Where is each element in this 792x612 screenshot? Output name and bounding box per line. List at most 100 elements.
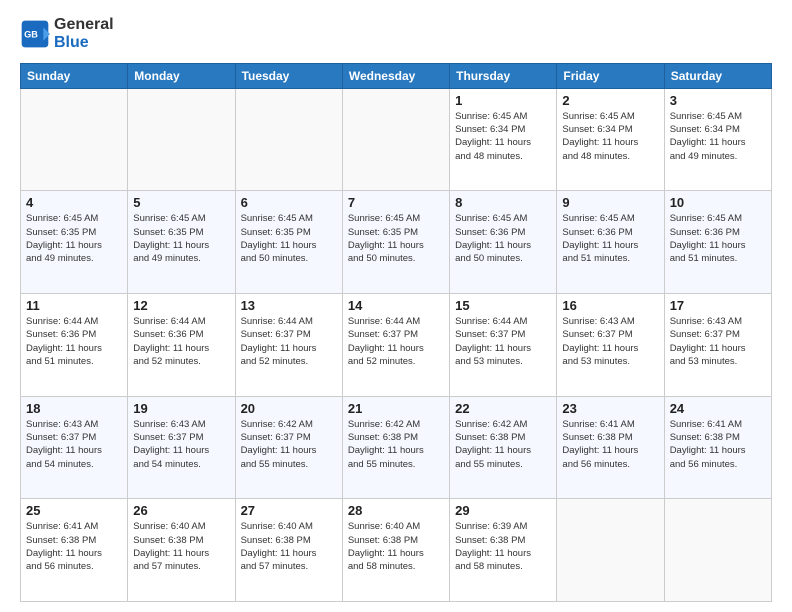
logo-icon: GB bbox=[20, 19, 50, 49]
calendar-cell: 19 Sunrise: 6:43 AMSunset: 6:37 PMDayligh… bbox=[128, 396, 235, 499]
day-number: 6 bbox=[241, 195, 337, 210]
day-info: Sunrise: 6:40 AMSunset: 6:38 PMDaylight:… bbox=[241, 520, 337, 573]
day-number: 22 bbox=[455, 401, 551, 416]
day-number: 3 bbox=[670, 93, 766, 108]
day-number: 15 bbox=[455, 298, 551, 313]
day-info: Sunrise: 6:45 AMSunset: 6:35 PMDaylight:… bbox=[133, 212, 229, 265]
calendar-row-3: 18 Sunrise: 6:43 AMSunset: 6:37 PMDayligh… bbox=[21, 396, 772, 499]
day-info: Sunrise: 6:43 AMSunset: 6:37 PMDaylight:… bbox=[133, 418, 229, 471]
calendar-cell: 26 Sunrise: 6:40 AMSunset: 6:38 PMDayligh… bbox=[128, 499, 235, 602]
calendar-cell: 2 Sunrise: 6:45 AMSunset: 6:34 PMDaylight… bbox=[557, 88, 664, 191]
day-info: Sunrise: 6:45 AMSunset: 6:36 PMDaylight:… bbox=[670, 212, 766, 265]
day-number: 17 bbox=[670, 298, 766, 313]
calendar-cell: 27 Sunrise: 6:40 AMSunset: 6:38 PMDayligh… bbox=[235, 499, 342, 602]
day-info: Sunrise: 6:44 AMSunset: 6:36 PMDaylight:… bbox=[26, 315, 122, 368]
day-number: 19 bbox=[133, 401, 229, 416]
day-number: 11 bbox=[26, 298, 122, 313]
calendar-row-0: 1 Sunrise: 6:45 AMSunset: 6:34 PMDaylight… bbox=[21, 88, 772, 191]
day-info: Sunrise: 6:45 AMSunset: 6:36 PMDaylight:… bbox=[562, 212, 658, 265]
day-number: 7 bbox=[348, 195, 444, 210]
day-number: 10 bbox=[670, 195, 766, 210]
calendar-cell: 1Sunrise: 6:45 AMSunset: 6:34 PMDaylight… bbox=[450, 88, 557, 191]
day-info: Sunrise: 6:42 AMSunset: 6:37 PMDaylight:… bbox=[241, 418, 337, 471]
calendar-cell: 22 Sunrise: 6:42 AMSunset: 6:38 PMDayligh… bbox=[450, 396, 557, 499]
calendar-header-monday: Monday bbox=[128, 63, 235, 88]
logo-blue: Blue bbox=[54, 34, 89, 51]
calendar-row-2: 11 Sunrise: 6:44 AMSunset: 6:36 PMDayligh… bbox=[21, 294, 772, 397]
day-info: Sunrise: 6:43 AMSunset: 6:37 PMDaylight:… bbox=[562, 315, 658, 368]
header: GB GeneralBlue bbox=[20, 16, 772, 53]
calendar-cell: 6 Sunrise: 6:45 AMSunset: 6:35 PMDaylight… bbox=[235, 191, 342, 294]
calendar-cell bbox=[128, 88, 235, 191]
day-info: Sunrise: 6:40 AMSunset: 6:38 PMDaylight:… bbox=[348, 520, 444, 573]
day-info: Sunrise: 6:42 AMSunset: 6:38 PMDaylight:… bbox=[455, 418, 551, 471]
day-number: 13 bbox=[241, 298, 337, 313]
calendar-cell: 8 Sunrise: 6:45 AMSunset: 6:36 PMDaylight… bbox=[450, 191, 557, 294]
calendar-header-friday: Friday bbox=[557, 63, 664, 88]
calendar-cell: 10 Sunrise: 6:45 AMSunset: 6:36 PMDayligh… bbox=[664, 191, 771, 294]
day-number: 26 bbox=[133, 503, 229, 518]
calendar-cell bbox=[342, 88, 449, 191]
day-number: 9 bbox=[562, 195, 658, 210]
calendar-cell: 3 Sunrise: 6:45 AMSunset: 6:34 PMDaylight… bbox=[664, 88, 771, 191]
calendar-cell: 18 Sunrise: 6:43 AMSunset: 6:37 PMDayligh… bbox=[21, 396, 128, 499]
day-info: Sunrise: 6:45 AMSunset: 6:36 PMDaylight:… bbox=[455, 212, 551, 265]
day-info: Sunrise: 6:40 AMSunset: 6:38 PMDaylight:… bbox=[133, 520, 229, 573]
day-info: Sunrise: 6:43 AMSunset: 6:37 PMDaylight:… bbox=[26, 418, 122, 471]
day-number: 20 bbox=[241, 401, 337, 416]
calendar-header-wednesday: Wednesday bbox=[342, 63, 449, 88]
calendar-header-tuesday: Tuesday bbox=[235, 63, 342, 88]
day-number: 4 bbox=[26, 195, 122, 210]
day-number: 14 bbox=[348, 298, 444, 313]
day-number: 27 bbox=[241, 503, 337, 518]
day-number: 23 bbox=[562, 401, 658, 416]
calendar-cell: 14 Sunrise: 6:44 AMSunset: 6:37 PMDayligh… bbox=[342, 294, 449, 397]
calendar-cell: 28 Sunrise: 6:40 AMSunset: 6:38 PMDayligh… bbox=[342, 499, 449, 602]
calendar-cell: 13 Sunrise: 6:44 AMSunset: 6:37 PMDayligh… bbox=[235, 294, 342, 397]
calendar-cell: 24Sunrise: 6:41 AMSunset: 6:38 PMDayligh… bbox=[664, 396, 771, 499]
calendar-cell: 23 Sunrise: 6:41 AMSunset: 6:38 PMDayligh… bbox=[557, 396, 664, 499]
day-number: 5 bbox=[133, 195, 229, 210]
calendar-cell: 9 Sunrise: 6:45 AMSunset: 6:36 PMDaylight… bbox=[557, 191, 664, 294]
day-number: 29 bbox=[455, 503, 551, 518]
day-number: 12 bbox=[133, 298, 229, 313]
calendar-cell bbox=[235, 88, 342, 191]
day-info: Sunrise: 6:41 AMSunset: 6:38 PMDaylight:… bbox=[562, 418, 658, 471]
calendar-cell: 16 Sunrise: 6:43 AMSunset: 6:37 PMDayligh… bbox=[557, 294, 664, 397]
logo-general: General bbox=[54, 16, 114, 33]
calendar-cell: 5 Sunrise: 6:45 AMSunset: 6:35 PMDaylight… bbox=[128, 191, 235, 294]
calendar-cell: 15 Sunrise: 6:44 AMSunset: 6:37 PMDayligh… bbox=[450, 294, 557, 397]
day-info: Sunrise: 6:44 AMSunset: 6:37 PMDaylight:… bbox=[348, 315, 444, 368]
calendar-header-sunday: Sunday bbox=[21, 63, 128, 88]
day-info: Sunrise: 6:45 AMSunset: 6:35 PMDaylight:… bbox=[348, 212, 444, 265]
calendar-cell: 7 Sunrise: 6:45 AMSunset: 6:35 PMDaylight… bbox=[342, 191, 449, 294]
day-number: 16 bbox=[562, 298, 658, 313]
day-number: 8 bbox=[455, 195, 551, 210]
day-info: Sunrise: 6:42 AMSunset: 6:38 PMDaylight:… bbox=[348, 418, 444, 471]
calendar-cell: 21Sunrise: 6:42 AMSunset: 6:38 PMDayligh… bbox=[342, 396, 449, 499]
day-number: 28 bbox=[348, 503, 444, 518]
day-info: Sunrise: 6:44 AMSunset: 6:36 PMDaylight:… bbox=[133, 315, 229, 368]
day-info: Sunrise: 6:45 AMSunset: 6:35 PMDaylight:… bbox=[241, 212, 337, 265]
logo: GB GeneralBlue bbox=[20, 16, 114, 53]
day-info: Sunrise: 6:44 AMSunset: 6:37 PMDaylight:… bbox=[241, 315, 337, 368]
calendar-header-thursday: Thursday bbox=[450, 63, 557, 88]
calendar-row-1: 4 Sunrise: 6:45 AMSunset: 6:35 PMDaylight… bbox=[21, 191, 772, 294]
day-info: Sunrise: 6:44 AMSunset: 6:37 PMDaylight:… bbox=[455, 315, 551, 368]
calendar-cell: 20 Sunrise: 6:42 AMSunset: 6:37 PMDayligh… bbox=[235, 396, 342, 499]
logo-text: GeneralBlue bbox=[54, 16, 114, 53]
day-number: 1 bbox=[455, 93, 551, 108]
day-number: 2 bbox=[562, 93, 658, 108]
calendar-cell bbox=[557, 499, 664, 602]
day-number: 24 bbox=[670, 401, 766, 416]
day-info: Sunrise: 6:45 AMSunset: 6:35 PMDaylight:… bbox=[26, 212, 122, 265]
page: GB GeneralBlue SundayMondayTuesdayWednes… bbox=[0, 0, 792, 612]
calendar-table: SundayMondayTuesdayWednesdayThursdayFrid… bbox=[20, 63, 772, 602]
calendar-row-4: 25 Sunrise: 6:41 AMSunset: 6:38 PMDayligh… bbox=[21, 499, 772, 602]
day-info: Sunrise: 6:41 AMSunset: 6:38 PMDaylight:… bbox=[26, 520, 122, 573]
day-info: Sunrise: 6:45 AMSunset: 6:34 PMDaylight:… bbox=[670, 110, 766, 163]
calendar-cell: 17Sunrise: 6:43 AMSunset: 6:37 PMDayligh… bbox=[664, 294, 771, 397]
day-number: 25 bbox=[26, 503, 122, 518]
day-number: 18 bbox=[26, 401, 122, 416]
day-info: Sunrise: 6:45 AMSunset: 6:34 PMDaylight:… bbox=[562, 110, 658, 163]
